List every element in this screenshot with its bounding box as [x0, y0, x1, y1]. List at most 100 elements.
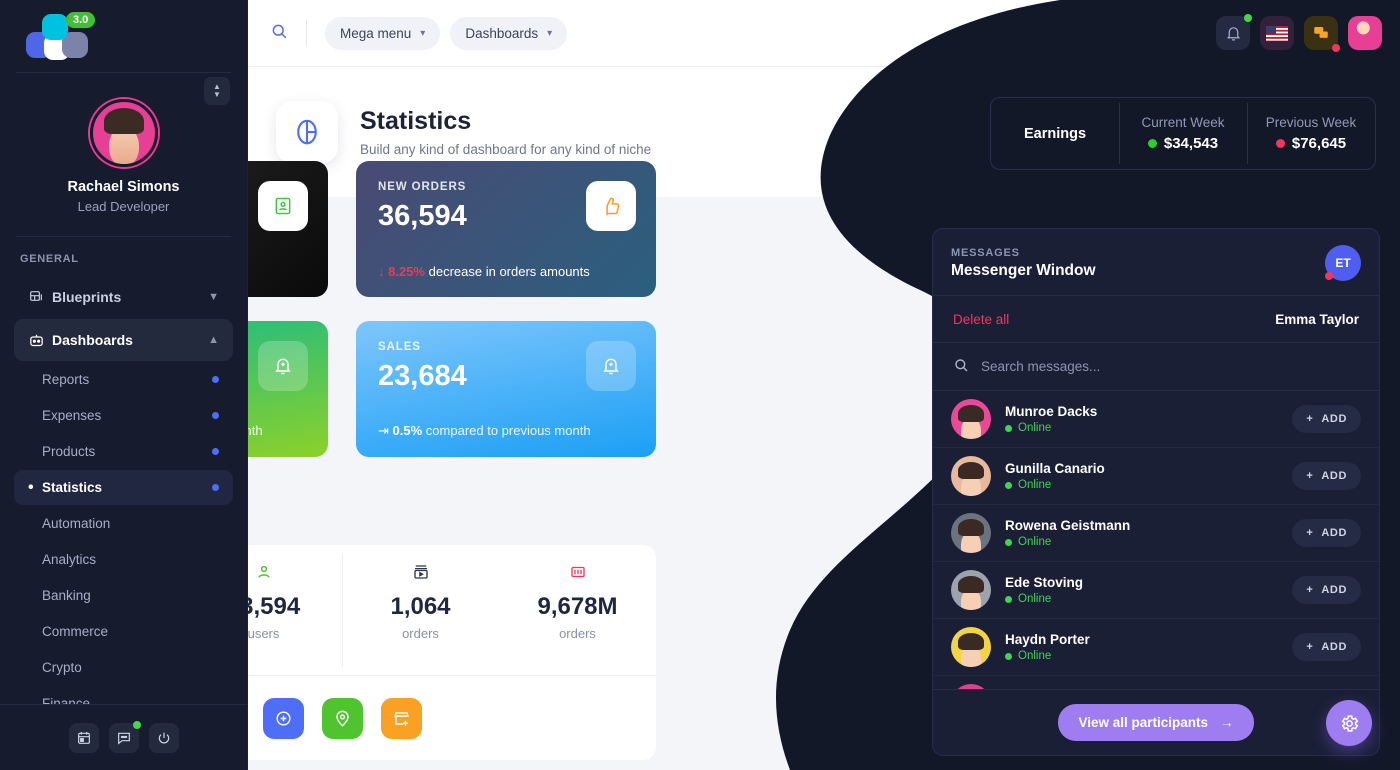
contact-name: Gunilla Canario [1005, 461, 1105, 476]
messenger-toolbar: Delete all Emma Taylor [933, 295, 1379, 343]
plus-icon: + [1306, 413, 1314, 425]
contact-list: Munroe Dacks Online + ADD Gunilla Canario Onl… [933, 391, 1379, 689]
chat-icon-button[interactable] [108, 720, 141, 753]
metric-value: 9,678M [537, 593, 618, 620]
contact-row[interactable]: Munroe Dacks Online + ADD [933, 391, 1379, 448]
status-dot [212, 376, 219, 383]
contact-status-label: Online [1018, 650, 1052, 662]
metric-card-new-orders[interactable]: NEW ORDERS 36,594 ↓ 8.25% decrease in or… [356, 161, 656, 297]
sidebar-item-label: Crypto [42, 660, 82, 675]
metric-caption: orders [559, 626, 596, 641]
sidebar-section-title: GENERAL [20, 253, 79, 265]
contact-status-label: Online [1018, 479, 1052, 491]
chevron-down-icon: ▼ [208, 291, 219, 303]
metric-orders-secondary: 9,678M orders [499, 545, 656, 675]
contact-row[interactable]: Gunilla Canario Online + ADD [933, 448, 1379, 505]
profile-avatar[interactable] [89, 99, 158, 167]
add-contact-button[interactable]: + ADD [1292, 576, 1361, 604]
add-label: ADD [1321, 584, 1347, 596]
sidebar-item-label: Automation [42, 516, 111, 531]
page-title: Statistics [360, 107, 472, 135]
messenger-header: MESSAGES Messenger Window ET [933, 229, 1379, 295]
messenger-search[interactable] [933, 343, 1379, 391]
sidebar-nav: GENERAL Blueprints ▼ Dashboards ▲ Report… [0, 237, 247, 704]
sidebar-item-products[interactable]: Products [14, 434, 233, 469]
earnings-title: Earnings [1023, 125, 1087, 142]
sidebar-item-statistics[interactable]: • Statistics [14, 470, 233, 505]
chat-bubble-icon[interactable] [1304, 16, 1340, 52]
chevron-down-icon: ▾ [420, 27, 426, 39]
chevron-up-down-icon[interactable]: ▲ ▼ [204, 77, 230, 105]
contact-status: Online [1005, 479, 1105, 491]
sidebar-item-crypto[interactable]: Crypto [14, 650, 233, 685]
messenger-title: Messenger Window [951, 261, 1096, 279]
bell-icon[interactable] [1216, 14, 1252, 50]
sidebar-item-expenses[interactable]: Expenses [14, 398, 233, 433]
add-label: ADD [1321, 641, 1347, 653]
contact-row[interactable]: Ede Stoving Online + ADD [933, 562, 1379, 619]
flag-us-icon[interactable] [1260, 16, 1294, 50]
sidebar-item-label: Commerce [42, 624, 109, 639]
earnings-value: $34,543 [1163, 135, 1219, 152]
status-dot [212, 448, 219, 455]
sidebar-item-label: Blueprints [52, 289, 122, 305]
sidebar-item-analytics[interactable]: Analytics [14, 542, 233, 577]
search-icon[interactable] [270, 22, 288, 45]
settings-fab-button[interactable] [1326, 700, 1372, 746]
calendar-icon-button[interactable] [68, 722, 99, 753]
plus-circle-icon-button[interactable] [262, 698, 304, 739]
bell-badge [1244, 14, 1252, 22]
online-dot [1005, 652, 1012, 660]
sidebar-item-dashboards[interactable]: Dashboards ▲ [14, 319, 233, 361]
sidebar-item-label: Expenses [42, 408, 102, 423]
add-contact-button[interactable]: + ADD [1292, 633, 1361, 661]
sidebar: 3.0 Rachael Simons Lead Developer ▲ ▼ GEN… [0, 0, 248, 770]
profile-role: Lead Developer [77, 199, 170, 214]
brand-logo[interactable]: 3.0 [0, 0, 247, 72]
chat-status-dot [132, 720, 141, 729]
delete-all-button[interactable]: Delete all [953, 312, 1009, 327]
contact-avatar [951, 456, 991, 496]
add-contact-button[interactable]: + ADD [1292, 405, 1361, 433]
contact-name: Haydn Porter [1005, 632, 1090, 647]
map-pin-icon-button[interactable] [321, 698, 363, 739]
status-dot [212, 412, 219, 419]
card-delta: ↓ 8.25% decrease in orders amounts [378, 264, 590, 279]
profile-name: Rachael Simons [67, 179, 180, 195]
contact-row[interactable]: Rowena Geistmann Online + ADD [933, 505, 1379, 562]
menu-mega-menu[interactable]: Mega menu ▾ [325, 16, 441, 50]
contact-status: Online [1005, 593, 1083, 605]
sidebar-item-reports[interactable]: Reports [14, 362, 233, 397]
add-contact-button[interactable]: + ADD [1292, 462, 1361, 490]
user-avatar[interactable] [1348, 16, 1382, 50]
plus-icon: + [1306, 584, 1314, 596]
search-input[interactable] [981, 359, 1359, 374]
sidebar-item-finance[interactable]: Finance [14, 686, 233, 704]
sidebar-item-commerce[interactable]: Commerce [14, 614, 233, 649]
divider [306, 20, 307, 46]
metric-card-sales-blue[interactable]: SALES 23,684 ⇥ 0.5% compared to previous… [356, 321, 656, 457]
view-all-participants-button[interactable]: View all participants → [1058, 704, 1254, 741]
contact-status-label: Online [1018, 536, 1052, 548]
sidebar-item-label: Products [42, 444, 96, 459]
contact-name: Ede Stoving [1005, 575, 1084, 590]
sidebar-item-automation[interactable]: Automation [14, 506, 233, 541]
power-icon-button[interactable] [148, 722, 179, 753]
metric-caption: orders [402, 626, 439, 641]
store-add-icon-button[interactable] [380, 698, 422, 739]
contact-row[interactable]: Haydn Porter Online + ADD [933, 619, 1379, 676]
sidebar-item-banking[interactable]: Banking [14, 578, 233, 613]
plus-icon: + [1306, 470, 1314, 482]
bell-plus-icon [586, 341, 636, 391]
messenger-footer: View all participants → [933, 689, 1379, 755]
online-dot [1005, 481, 1012, 489]
contact-row[interactable]: Ruehen HaysOnline+ADD [933, 676, 1379, 689]
messenger-owner-avatar[interactable]: ET [1325, 245, 1361, 281]
menu-dashboards[interactable]: Dashboards ▾ [450, 16, 568, 50]
sidebar-item-blueprints[interactable]: Blueprints ▼ [14, 276, 233, 318]
add-contact-button[interactable]: + ADD [1292, 519, 1361, 547]
contact-name: Munroe Dacks [1005, 404, 1098, 419]
blob-logo-icon: 3.0 [20, 12, 96, 60]
contact-card-icon [258, 181, 308, 231]
app-root: Statistics Build any kind of dashboard f… [0, 0, 1400, 770]
